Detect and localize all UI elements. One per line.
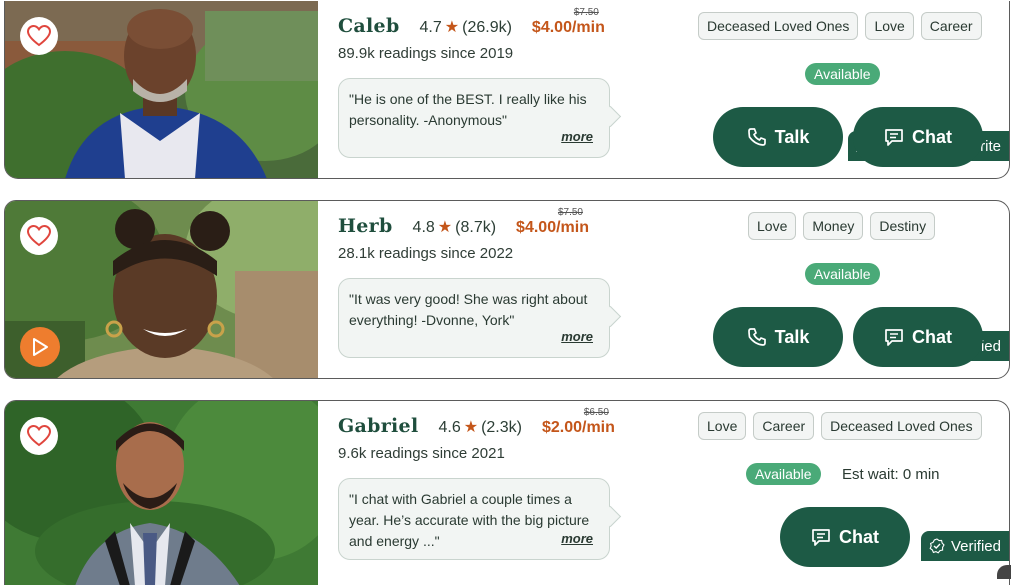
- chat-label: Chat: [839, 526, 879, 547]
- old-price: $7.50: [573, 7, 599, 18]
- readings-count: 28.1k readings since 2022: [338, 245, 514, 262]
- tag[interactable]: Love: [865, 12, 914, 40]
- scroll-corner: [997, 565, 1011, 579]
- more-link[interactable]: more: [557, 528, 593, 549]
- wait-time: Est wait: 0 min: [842, 466, 940, 483]
- talk-button[interactable]: Talk: [713, 107, 843, 167]
- rating-value: 4.7: [419, 19, 442, 36]
- review-quote: "It was very good! She was right about e…: [338, 278, 610, 358]
- talk-button[interactable]: Talk: [713, 307, 843, 367]
- tag[interactable]: Destiny: [870, 212, 936, 240]
- tag[interactable]: Career: [753, 412, 815, 440]
- specialty-tags: Love Career Deceased Loved Ones: [698, 412, 982, 440]
- old-price: $6.50: [583, 407, 609, 418]
- current-price: $4.00/min: [531, 19, 605, 36]
- star-icon: ★: [444, 19, 460, 36]
- play-icon: [33, 338, 48, 356]
- phone-icon: [747, 128, 766, 146]
- tag[interactable]: Love: [698, 412, 747, 440]
- chat-label: Chat: [912, 126, 952, 147]
- chat-bubble-icon: [885, 329, 903, 346]
- chat-button[interactable]: Chat: [853, 307, 983, 367]
- talk-label: Talk: [774, 326, 810, 347]
- more-link[interactable]: more: [557, 326, 593, 347]
- chat-button[interactable]: Chat: [853, 107, 983, 167]
- status-badge: Available: [805, 263, 880, 285]
- more-link[interactable]: more: [557, 126, 593, 147]
- current-price: $2.00/min: [541, 419, 615, 436]
- chat-button[interactable]: Chat: [780, 507, 910, 567]
- rating: 4.8 ★ (8.7k): [413, 217, 497, 237]
- rating: 4.7 ★ (26.9k): [420, 17, 512, 37]
- old-price: $7.50: [557, 207, 583, 218]
- favorite-button[interactable]: [20, 17, 58, 55]
- price: $7.50 $4.00/min: [516, 207, 589, 237]
- favorite-button[interactable]: [20, 217, 58, 255]
- status-badge: Available: [805, 63, 880, 85]
- rating: 4.6 ★ (2.3k): [438, 417, 522, 437]
- advisor-name[interactable]: Caleb: [338, 15, 400, 37]
- chat-label: Chat: [912, 326, 952, 347]
- advisor-card-caleb[interactable]: Customer Favorite Caleb 4.7★(26.9k) $7.5…: [4, 1, 1010, 179]
- star-icon: ★: [463, 419, 479, 436]
- advisor-card-herb[interactable]: Verified Herb 4.8★(8.7k) $7.50 $4.00/min…: [4, 200, 1010, 379]
- tag[interactable]: Money: [803, 212, 864, 240]
- review-count: (26.9k): [462, 19, 512, 36]
- rating-value: 4.6: [438, 419, 461, 436]
- heart-outline-icon: [27, 25, 51, 47]
- tag[interactable]: Deceased Loved Ones: [698, 12, 859, 40]
- talk-label: Talk: [774, 126, 810, 147]
- readings-count: 89.9k readings since 2019: [338, 45, 514, 62]
- verified-badge-icon: [929, 538, 945, 554]
- advisor-header: Herb 4.8 ★ (8.7k) $7.50 $4.00/min: [338, 207, 589, 237]
- status-badge: Available: [746, 463, 821, 485]
- chat-bubble-icon: [812, 529, 830, 546]
- specialty-tags: Deceased Loved Ones Love Career: [698, 12, 982, 40]
- current-price: $4.00/min: [516, 219, 589, 236]
- heart-outline-icon: [27, 425, 51, 447]
- advisor-header: Gabriel 4.6 ★ (2.3k) $6.50 $2.00/min: [338, 407, 615, 437]
- tag[interactable]: Career: [920, 12, 982, 40]
- badge-label: Verified: [950, 537, 1001, 555]
- advisor-name[interactable]: Herb: [338, 215, 393, 237]
- tag[interactable]: Deceased Loved Ones: [821, 412, 982, 440]
- review-count: (2.3k): [481, 419, 522, 436]
- specialty-tags: Love Money Destiny: [748, 212, 936, 240]
- play-video-button[interactable]: [20, 327, 60, 367]
- verified-badge: Verified: [920, 531, 1009, 561]
- review-count: (8.7k): [455, 219, 497, 236]
- readings-count: 9.6k readings since 2021: [338, 445, 505, 462]
- chat-bubble-icon: [885, 129, 903, 146]
- star-icon: ★: [437, 219, 453, 236]
- favorite-button[interactable]: [20, 417, 58, 455]
- review-quote: "I chat with Gabriel a couple times a ye…: [338, 478, 610, 560]
- price: $6.50 $2.00/min: [541, 407, 615, 437]
- advisor-name[interactable]: Gabriel: [338, 415, 418, 437]
- phone-icon: [747, 328, 766, 346]
- price: $7.50 $4.00/min: [531, 7, 605, 37]
- tag[interactable]: Love: [748, 212, 797, 240]
- review-text: "I chat with Gabriel a couple times a ye…: [349, 491, 590, 549]
- advisor-header: Caleb 4.7 ★ (26.9k) $7.50 $4.00/min: [338, 7, 605, 37]
- review-text: "It was very good! She was right about e…: [349, 291, 588, 328]
- review-text: "He is one of the BEST. I really like hi…: [349, 91, 587, 128]
- advisor-card-gabriel[interactable]: Verified Gabriel 4.6 ★ (2.3k) $6.50 $2.00/…: [4, 400, 1010, 585]
- heart-outline-icon: [27, 225, 51, 247]
- review-quote: "He is one of the BEST. I really like hi…: [338, 78, 610, 158]
- rating-value: 4.8: [412, 219, 435, 236]
